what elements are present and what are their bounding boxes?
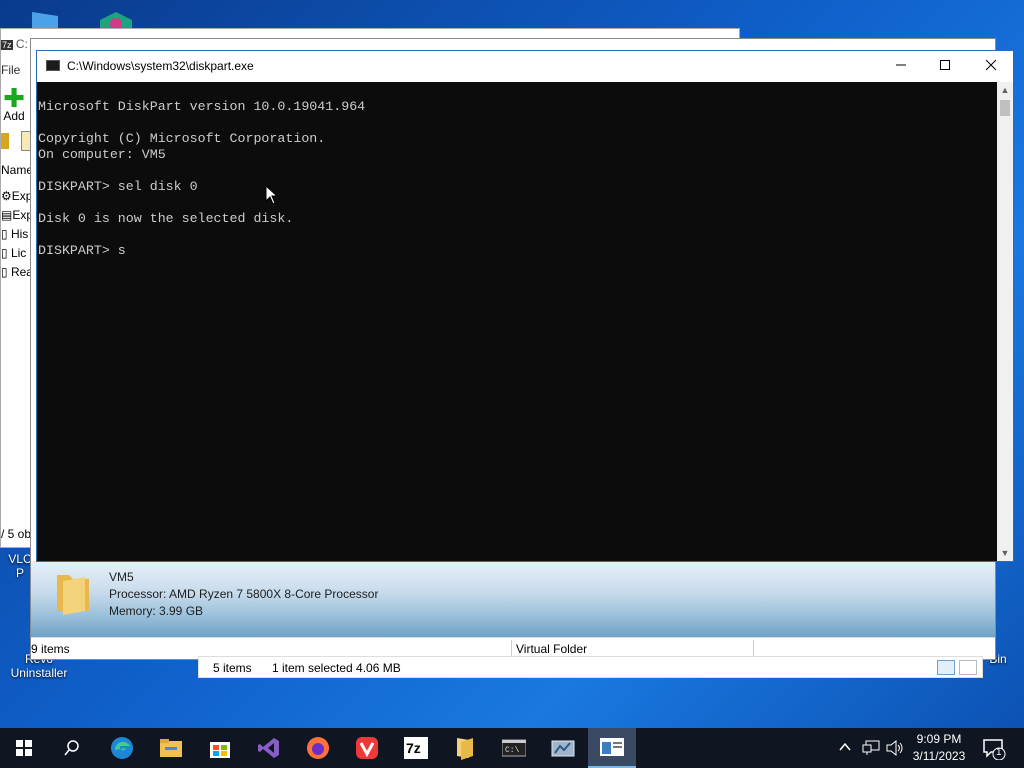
console-line: DISKPART> sel disk 0 xyxy=(38,179,198,194)
window-title: C:\Windows\system32\diskpart.exe xyxy=(67,59,254,73)
maximize-icon xyxy=(940,60,950,70)
firefox-icon xyxy=(307,737,329,759)
edge-icon xyxy=(111,737,133,759)
show-hidden-icons-button[interactable] xyxy=(838,740,852,757)
taskbar-edge[interactable] xyxy=(98,728,146,768)
details-pane: VM5 Processor: AMD Ryzen 7 5800X 8-Core … xyxy=(31,561,995,637)
list-item[interactable]: ▯ Lic xyxy=(1,246,31,265)
monitor-icon xyxy=(32,12,58,30)
file-list: ⚙Exp ▤Exp ▯ His ▯ Lic ▯ Rea xyxy=(1,189,31,284)
folder-icon xyxy=(57,575,89,615)
console-line: Copyright (C) Microsoft Corporation. xyxy=(38,131,326,146)
search-icon xyxy=(64,740,79,756)
thispc-statusbar: 5 items 1 item selected 4.06 MB xyxy=(198,656,983,678)
cmd-icon: C:\ xyxy=(502,739,526,757)
mouse-cursor-icon xyxy=(265,185,277,205)
list-item[interactable]: ▤Exp xyxy=(1,208,31,227)
thispc-selected: 1 item selected 4.06 MB xyxy=(272,661,401,675)
maximize-button[interactable] xyxy=(922,51,968,82)
shield-app-icon xyxy=(100,12,132,32)
add-label: Add xyxy=(3,109,25,123)
clock-time: 9:09 PM xyxy=(916,732,962,746)
details-name: VM5 xyxy=(109,570,134,584)
chevron-up-icon xyxy=(839,742,851,751)
details-processor: Processor: AMD Ryzen 7 5800X 8-Core Proc… xyxy=(109,587,379,601)
clock[interactable]: 9:09 PM 3/11/2023 xyxy=(906,731,972,765)
taskbar-file-explorer[interactable] xyxy=(147,728,195,768)
taskbar-server-manager[interactable] xyxy=(539,728,587,768)
vivaldi-icon xyxy=(356,737,378,759)
file-explorer-icon xyxy=(160,739,182,757)
scroll-up-icon[interactable]: ▲ xyxy=(997,82,1013,98)
scroll-thumb[interactable] xyxy=(1000,100,1010,116)
taskbar-7zip[interactable]: 7z xyxy=(392,728,440,768)
speaker-icon xyxy=(886,739,903,757)
large-icons-view-button[interactable] xyxy=(959,660,977,675)
minimize-button[interactable] xyxy=(878,51,924,82)
taskbar-firefox[interactable] xyxy=(294,728,342,768)
server-manager-icon xyxy=(551,740,575,757)
toolbar-icon-extract[interactable] xyxy=(1,133,9,149)
clock-date: 3/11/2023 xyxy=(912,749,966,763)
console-line: Disk 0 is now the selected disk. xyxy=(38,211,294,226)
list-item[interactable]: ▯ Rea xyxy=(1,265,31,284)
svg-text:7z: 7z xyxy=(406,740,421,756)
taskbar-folder[interactable] xyxy=(441,728,489,768)
sevenzip-status: / 5 ob xyxy=(1,527,32,541)
sevenzip-title: 7z C: xyxy=(1,37,28,51)
close-icon xyxy=(985,59,997,71)
visual-studio-icon xyxy=(258,738,279,758)
menu-file[interactable]: File xyxy=(1,63,20,77)
details-view-button[interactable] xyxy=(937,660,955,675)
windows-logo-icon xyxy=(16,740,32,756)
console-line: On computer: VM5 xyxy=(38,147,166,162)
sevenzip-logo-icon: 7z xyxy=(1,40,13,50)
diskpart-window[interactable]: C:\Windows\system32\diskpart.exe Microso… xyxy=(36,50,1014,562)
taskbar-vivaldi[interactable] xyxy=(343,728,391,768)
console-prompt-line[interactable]: DISKPART> s xyxy=(38,243,997,259)
action-center-button[interactable]: 1 xyxy=(982,738,1008,763)
taskbar-store[interactable] xyxy=(196,728,244,768)
list-item[interactable]: ▯ His xyxy=(1,227,31,246)
desktop-icon-top-1[interactable] xyxy=(30,10,60,30)
diskpart-titlebar[interactable]: C:\Windows\system32\diskpart.exe xyxy=(37,51,1013,82)
window-app-icon xyxy=(600,738,624,756)
close-button[interactable] xyxy=(968,51,1014,82)
svg-text:C:\: C:\ xyxy=(505,746,520,755)
minimize-icon xyxy=(896,64,906,66)
status-type: Virtual Folder xyxy=(516,642,588,656)
list-item[interactable]: ⚙Exp xyxy=(1,189,31,208)
store-icon xyxy=(210,742,230,758)
start-button[interactable] xyxy=(0,728,48,768)
plus-icon: ✚ xyxy=(3,83,25,113)
desktop-icon-top-2[interactable] xyxy=(96,10,136,32)
taskbar-visual-studio[interactable] xyxy=(245,728,293,768)
column-name[interactable]: Name xyxy=(1,163,33,177)
add-button[interactable]: ✚ Add xyxy=(1,83,27,123)
taskbar: 7z C:\ 9:09 PM 3/11/2023 1 xyxy=(0,728,1024,768)
console-line: Microsoft DiskPart version 10.0.19041.96… xyxy=(38,99,366,114)
notification-count: 1 xyxy=(996,747,1002,758)
taskbar-explorer-active[interactable] xyxy=(588,728,636,768)
console-icon xyxy=(46,60,60,71)
network-icon-button[interactable] xyxy=(862,740,880,759)
status-items: 9 items xyxy=(31,642,70,656)
7zip-icon: 7z xyxy=(404,737,428,759)
folder-icon xyxy=(457,738,473,760)
volume-icon-button[interactable] xyxy=(886,739,904,759)
thispc-items: 5 items xyxy=(213,661,252,675)
vertical-scrollbar[interactable]: ▲ ▼ xyxy=(997,82,1013,561)
details-memory: Memory: 3.99 GB xyxy=(109,604,204,618)
taskbar-cmd[interactable]: C:\ xyxy=(490,728,538,768)
console-output[interactable]: Microsoft DiskPart version 10.0.19041.96… xyxy=(37,82,997,561)
scroll-down-icon[interactable]: ▼ xyxy=(997,545,1013,561)
search-button[interactable] xyxy=(48,728,96,768)
network-icon xyxy=(862,740,880,755)
notification-icon xyxy=(983,739,1006,761)
